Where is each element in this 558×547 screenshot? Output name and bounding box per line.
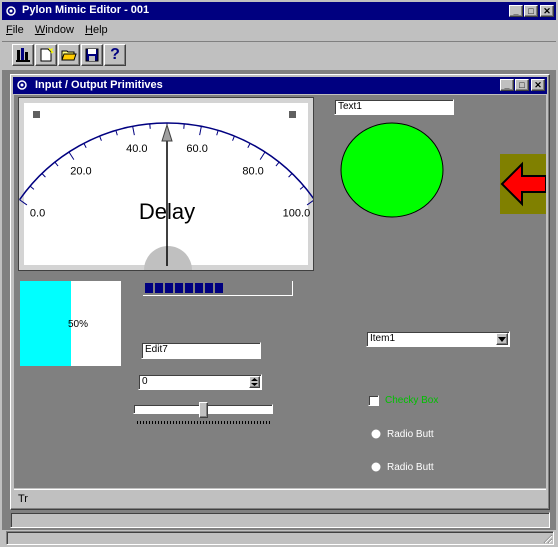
progress-segment (145, 283, 153, 293)
toolbar-new-button[interactable] (35, 44, 57, 66)
gauge-needle (161, 123, 173, 266)
spin-arrows-icon (251, 378, 258, 386)
child-titlebar: Input / Output Primitives _ □ ✕ (13, 77, 547, 94)
app-titlebar: Pylon Mimic Editor - 001 _ □ ✕ (2, 2, 556, 20)
progress-segment (205, 283, 213, 293)
gauge-tick-label: 60.0 (186, 143, 207, 155)
spin-field[interactable]: 0 (138, 374, 262, 390)
progress-segment (155, 283, 163, 293)
app-title: Pylon Mimic Editor - 001 (22, 4, 150, 16)
app-minimize-button[interactable]: _ (509, 5, 523, 17)
gauge-tick-label: 20.0 (70, 165, 91, 177)
gauge-tick-label: 80.0 (242, 165, 263, 177)
toolbar-build-button[interactable] (12, 44, 34, 66)
radio-label: Radio Butt (387, 428, 434, 440)
dropdown-value: Item1 (370, 333, 396, 344)
gauge-corner-marker-right (289, 111, 296, 118)
progress-fill (20, 281, 71, 366)
text1-field[interactable]: Text1 (334, 99, 454, 115)
status-text: Tr (18, 493, 28, 505)
app-maximize-button[interactable]: □ (524, 5, 538, 17)
app-status-panel (10, 512, 550, 528)
gauge-dial: 0.020.040.0 60.080.0100.0 (19, 111, 313, 270)
menu-window[interactable]: Window (35, 24, 74, 36)
radio-button-1[interactable]: Radio Butt (370, 427, 434, 441)
toolbar-help-button[interactable]: ? (104, 44, 126, 66)
child-close-button[interactable]: ✕ (531, 79, 545, 91)
save-icon (85, 48, 99, 62)
dropdown-arrow-button[interactable] (496, 333, 508, 345)
radio-circle[interactable] (370, 461, 382, 473)
menu-help[interactable]: Help (85, 24, 108, 36)
checky-box[interactable]: Checky Box (368, 393, 438, 407)
progress-box: 50% (20, 281, 121, 366)
item-dropdown[interactable]: Item1 (366, 331, 510, 347)
radio-button-2[interactable]: Radio Butt (370, 460, 434, 474)
gauge-tick-label: 40.0 (126, 143, 147, 155)
progress-label: 50% (68, 319, 89, 330)
chevron-down-icon (498, 336, 506, 342)
progress-segment (185, 283, 193, 293)
checkbox-label: Checky Box (385, 394, 439, 406)
new-icon (40, 47, 54, 62)
gauge-caption: Delay (138, 199, 196, 224)
slider[interactable] (133, 402, 275, 428)
toolbar: ? (2, 41, 556, 71)
spin-value: 0 (142, 376, 148, 387)
build-icon (16, 48, 30, 62)
app-status-bar (6, 531, 554, 545)
slider-ticks (137, 421, 271, 424)
gauge-corner-marker-left (33, 111, 40, 118)
analog-gauge: 0.0 20.0 40.0 60.0 80.0 100.0 Delay (18, 97, 314, 271)
resize-grip-icon[interactable] (541, 532, 553, 544)
child-status-bar: Tr (14, 489, 546, 508)
gauge-hub (144, 246, 192, 270)
checkbox-square[interactable] (368, 394, 379, 406)
child-title: Input / Output Primitives (35, 79, 163, 91)
child-maximize-button[interactable]: □ (515, 79, 529, 91)
menu-bar: File Window Help (6, 24, 116, 38)
child-minimize-button[interactable]: _ (500, 79, 514, 91)
menu-file[interactable]: File (6, 24, 24, 36)
progress-segment (195, 283, 203, 293)
radio-circle[interactable] (370, 428, 382, 440)
toolbar-save-button[interactable] (81, 44, 103, 66)
radio-label: Radio Butt (387, 461, 434, 473)
progress-segment (165, 283, 173, 293)
edit7-field[interactable]: Edit7 (141, 342, 261, 359)
arrow-indicator (500, 154, 547, 214)
spin-button[interactable] (249, 376, 260, 388)
status-lamp (340, 122, 444, 218)
app-close-button[interactable]: ✕ (540, 5, 554, 17)
app-icon (5, 5, 17, 17)
open-folder-icon (61, 50, 77, 61)
slider-thumb[interactable] (199, 402, 208, 418)
progress-segment (215, 283, 223, 293)
segmented-progress-bar (143, 281, 293, 296)
child-icon (16, 79, 28, 91)
help-icon: ? (110, 46, 120, 63)
progress-segment (175, 283, 183, 293)
toolbar-open-button[interactable] (58, 44, 80, 66)
